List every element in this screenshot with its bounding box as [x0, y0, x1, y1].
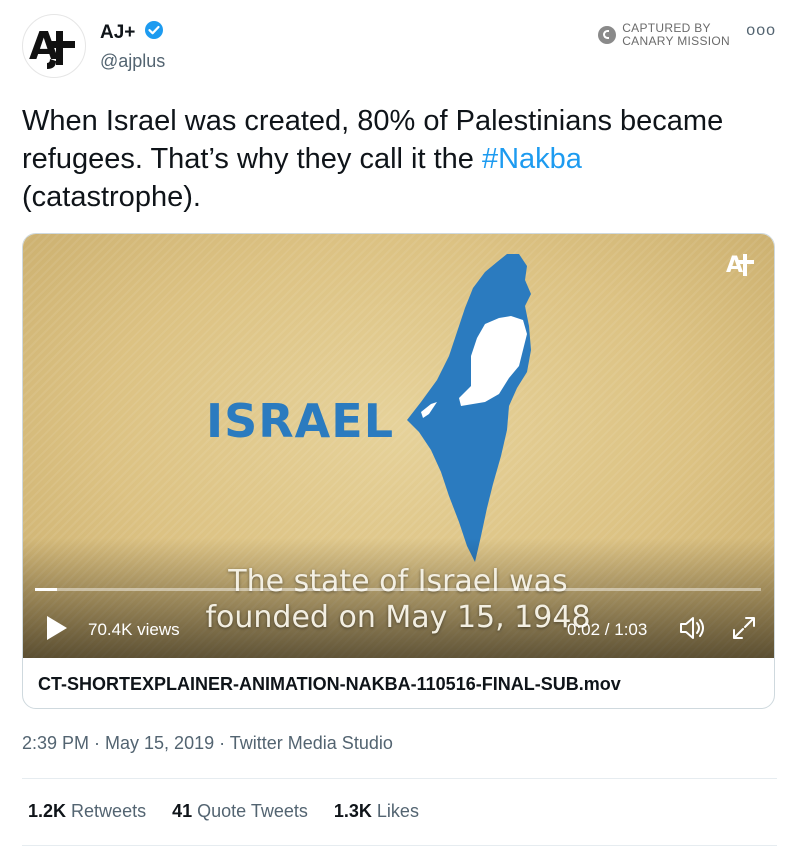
ajplus-watermark-icon: A [726, 253, 754, 278]
view-count: 70.4K views [88, 620, 180, 639]
quote-tweets-count: 41 [172, 801, 193, 821]
tweet-text: When Israel was created, 80% of Palestin… [22, 102, 762, 216]
more-options-icon[interactable]: ooo [746, 22, 776, 40]
retweets-stat[interactable]: 1.2K Retweets [28, 801, 146, 822]
video-player[interactable]: ISRAEL A The state of Israel was founded… [23, 234, 774, 658]
subtitle-line2: founded on May 15, 1948 [205, 600, 591, 635]
tweet-stats: 1.2K Retweets 41 Quote Tweets 1.3K Likes [28, 801, 445, 822]
video-time: 0:02 / 1:03 [567, 620, 648, 639]
account-name[interactable]: AJ+ [100, 22, 135, 44]
likes-count: 1.3K [333, 801, 372, 821]
expand-icon [733, 617, 755, 639]
divider [22, 845, 777, 846]
video-subtitle: The state of Israel was founded on May 1… [203, 564, 593, 636]
watermark-line2: CANARY MISSION [622, 34, 730, 48]
avatar[interactable]: A [22, 14, 86, 78]
tweet-text-after: (catastrophe). [22, 181, 201, 213]
hashtag-link[interactable]: #Nakba [482, 143, 582, 175]
map-label: ISRAEL [206, 394, 395, 448]
volume-button[interactable] [678, 615, 708, 646]
tweet-header: A AJ+ @ajplus CAPTURED BY CANARY MISSION… [22, 14, 782, 84]
likes-label: Likes [376, 801, 419, 821]
canary-mission-icon [598, 26, 617, 44]
likes-stat[interactable]: 1.3K Likes [334, 801, 419, 822]
retweets-count: 1.2K [28, 801, 67, 821]
retweets-label: Retweets [71, 801, 147, 821]
speaker-icon [680, 617, 704, 639]
watermark: CAPTURED BY CANARY MISSION [598, 22, 730, 48]
verified-badge-icon [144, 20, 164, 45]
quote-tweets-stat[interactable]: 41 Quote Tweets [172, 801, 308, 822]
fullscreen-button[interactable] [731, 615, 757, 646]
video-filename[interactable]: CT-SHORTEXPLAINER-ANIMATION-NAKBA-110516… [38, 674, 621, 695]
tweet-text-before: When Israel was created, 80% of Palestin… [22, 105, 724, 175]
video-progress-bar[interactable] [35, 588, 761, 591]
quote-tweets-label: Quote Tweets [197, 801, 308, 821]
divider [22, 778, 777, 779]
account-handle[interactable]: @ajplus [100, 51, 165, 72]
tweet-timestamp[interactable]: 2:39 PM · May 15, 2019 · Twitter Media S… [22, 733, 393, 754]
svg-text:A: A [726, 253, 743, 278]
ajplus-logo-icon: A [29, 24, 75, 69]
media-card[interactable]: ISRAEL A The state of Israel was founded… [22, 233, 775, 709]
video-progress-fill [35, 588, 57, 591]
play-button[interactable] [45, 615, 69, 646]
israel-map [407, 254, 531, 562]
subtitle-line1: The state of Israel was [228, 564, 568, 599]
play-icon [47, 616, 67, 640]
